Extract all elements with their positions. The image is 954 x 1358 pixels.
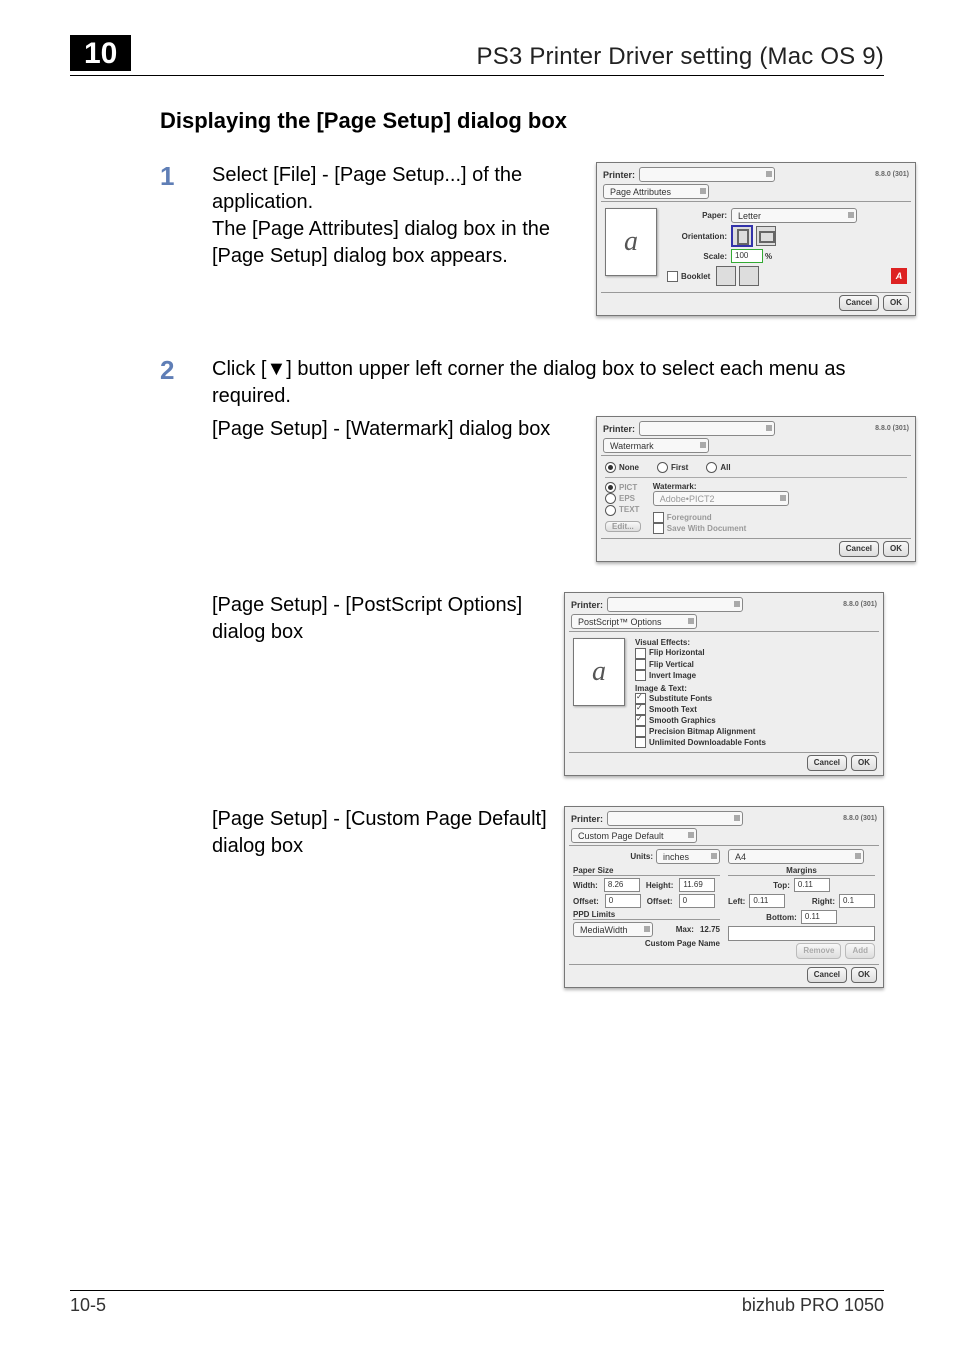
ok-button[interactable]: OK [883, 295, 909, 311]
wm-panel-select[interactable]: Watermark [603, 438, 709, 453]
cp-ok-button[interactable]: OK [851, 967, 877, 983]
ps-unlimited-check[interactable] [635, 737, 646, 748]
cp-bottom-input[interactable]: 0.11 [801, 910, 837, 924]
wm-foreground-check[interactable] [653, 512, 664, 523]
wm-printer-select[interactable] [639, 421, 775, 436]
ps-printer-label: Printer: [571, 600, 603, 610]
booklet-icon-1[interactable] [716, 266, 736, 286]
cp-add-button[interactable]: Add [845, 943, 875, 959]
step2-sub-ps: [Page Setup] - [PostScript Options] dial… [212, 592, 564, 776]
adobe-logo: A [891, 268, 907, 284]
cp-width-input[interactable]: 8.26 [604, 878, 640, 892]
paper-select[interactable]: Letter [731, 208, 857, 223]
cp-left-input[interactable]: 0.11 [749, 894, 785, 908]
step2-line: Click [▼] button upper left corner the d… [212, 356, 916, 410]
printer-select[interactable] [639, 167, 775, 182]
version-text: 8.8.0 (301) [875, 171, 909, 178]
scale-label: Scale: [667, 252, 727, 261]
cp-printer-label: Printer: [571, 814, 603, 824]
orientation-label: Orientation: [667, 232, 727, 241]
cp-cancel-button[interactable]: Cancel [807, 967, 847, 983]
wm-opt-all[interactable] [706, 462, 717, 473]
custom-page-default-dialog: Printer: 8.8.0 (301) Custom Page Default… [564, 806, 884, 988]
ps-panel-select[interactable]: PostScript™ Options [571, 614, 697, 629]
ps-version: 8.8.0 (301) [843, 601, 877, 608]
wm-cancel-button[interactable]: Cancel [839, 541, 879, 557]
cp-units-select[interactable]: inches [656, 849, 720, 864]
cp-papersize-head: Paper Size [573, 866, 720, 875]
cp-height-input[interactable]: 11.69 [679, 878, 715, 892]
ps-cancel-button[interactable]: Cancel [807, 755, 847, 771]
cp-units-label: Units: [630, 852, 653, 861]
cp-printer-select[interactable] [607, 811, 743, 826]
cp-ppd-select[interactable]: MediaWidth [573, 922, 653, 937]
scale-input[interactable]: 100 [731, 249, 763, 263]
cp-ppd-head: PPD Limits [573, 910, 720, 919]
ps-preview: a [573, 638, 625, 706]
step1-line2: The [Page Attributes] dialog box in the … [212, 216, 582, 270]
step-number-2: 2 [160, 356, 212, 385]
step2-sub-watermark: [Page Setup] - [Watermark] dialog box [212, 416, 596, 443]
panel-select[interactable]: Page Attributes [603, 184, 709, 199]
wm-label: Watermark: [653, 482, 907, 491]
ps-printer-select[interactable] [607, 597, 743, 612]
wm-savedoc-check[interactable] [653, 523, 664, 534]
step-number-1: 1 [160, 162, 212, 191]
cp-offset2-input[interactable]: 0 [679, 894, 715, 908]
ps-precision-check[interactable] [635, 726, 646, 737]
page-attributes-dialog: Printer: 8.8.0 (301) Page Attributes a P… [596, 162, 916, 316]
orientation-landscape-icon[interactable] [756, 226, 776, 246]
page-preview: a [605, 208, 657, 276]
ps-smoothgfx-check[interactable] [635, 715, 646, 726]
wm-opt-first[interactable] [657, 462, 668, 473]
booklet-check[interactable] [667, 271, 678, 282]
cancel-button[interactable]: Cancel [839, 295, 879, 311]
wm-value-select[interactable]: Adobe•PICT2 [653, 491, 789, 506]
cp-pagename-select[interactable]: A4 [728, 849, 864, 864]
scale-percent: % [765, 252, 772, 261]
printer-label: Printer: [603, 170, 635, 180]
ps-it-head: Image & Text: [635, 684, 875, 693]
wm-printer-label: Printer: [603, 424, 635, 434]
ps-flipv-check[interactable] [635, 659, 646, 670]
booklet-icon-2[interactable] [739, 266, 759, 286]
wm-opt-none[interactable] [605, 462, 616, 473]
cp-offset1-input[interactable]: 0 [605, 894, 641, 908]
cp-version: 8.8.0 (301) [843, 815, 877, 822]
chapter-title: PS3 Printer Driver setting (Mac OS 9) [476, 43, 884, 71]
ps-ve-head: Visual Effects: [635, 638, 875, 647]
product-name: bizhub PRO 1050 [742, 1295, 884, 1316]
cp-pagename-input[interactable] [728, 926, 875, 941]
booklet-label: Booklet [681, 272, 710, 281]
ps-fliph-check[interactable] [635, 648, 646, 659]
wm-type-eps[interactable] [605, 493, 616, 504]
watermark-dialog: Printer: 8.8.0 (301) Watermark None Fi [596, 416, 916, 562]
cp-right-input[interactable]: 0.1 [839, 894, 875, 908]
ps-invert-check[interactable] [635, 670, 646, 681]
wm-ok-button[interactable]: OK [883, 541, 909, 557]
cp-margins-head: Margins [728, 866, 875, 875]
section-heading: Displaying the [Page Setup] dialog box [160, 108, 884, 134]
wm-type-text[interactable] [605, 505, 616, 516]
cp-cpn-label: Custom Page Name [645, 939, 720, 948]
page-number: 10-5 [70, 1295, 106, 1316]
postscript-options-dialog: Printer: 8.8.0 (301) PostScript™ Options… [564, 592, 884, 776]
ps-ok-button[interactable]: OK [851, 755, 877, 771]
chapter-number: 10 [70, 35, 131, 71]
paper-label: Paper: [667, 211, 727, 220]
wm-version: 8.8.0 (301) [875, 425, 909, 432]
cp-remove-button[interactable]: Remove [796, 943, 841, 959]
step1-line1: Select [File] - [Page Setup...] of the a… [212, 162, 582, 216]
wm-edit-button[interactable]: Edit... [605, 521, 641, 532]
wm-type-pict[interactable] [605, 482, 616, 493]
orientation-portrait-icon[interactable] [731, 225, 753, 247]
step2-sub-custom: [Page Setup] - [Custom Page Default] dia… [212, 806, 564, 988]
cp-top-input[interactable]: 0.11 [794, 878, 830, 892]
cp-panel-select[interactable]: Custom Page Default [571, 828, 697, 843]
